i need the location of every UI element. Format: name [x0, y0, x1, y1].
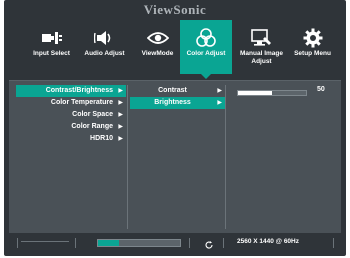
status-progress-bar: [97, 239, 181, 247]
tab-label: Color Adjust: [186, 50, 226, 57]
menu-item-brightness[interactable]: Brightness ▶: [130, 97, 225, 109]
arrow-right-icon: ▶: [118, 88, 123, 94]
column-divider: [127, 85, 128, 229]
tab-label: ViewMode: [141, 50, 174, 57]
menu-item-label: Color Space: [72, 111, 113, 118]
menu-level2: Contrast ▶ Brightness ▶: [130, 85, 225, 233]
value-column: 50: [229, 85, 337, 233]
tab-manual-image-adjust[interactable]: Manual Image Adjust: [234, 20, 289, 74]
menu-item-label: Color Range: [71, 123, 113, 130]
divider: [17, 238, 18, 248]
tab-audio-adjust[interactable]: Audio Adjust: [77, 20, 132, 74]
arrow-right-icon: ▶: [217, 88, 222, 94]
tab-label: Setup Menu: [294, 50, 331, 57]
divider: [223, 238, 224, 248]
menu-item-contrast-brightness[interactable]: Contrast/Brightness ▶: [16, 85, 126, 97]
gear-icon: [285, 28, 340, 48]
menu-item-label: Color Temperature: [50, 99, 113, 106]
slider-fill: [238, 91, 272, 95]
audio-speaker-icon: [77, 28, 132, 48]
arrow-right-icon: ▶: [118, 136, 123, 142]
main-menu-bar: Input Select Audio Adjust ViewMode Color…: [9, 20, 341, 79]
menu-item-label: Contrast: [158, 87, 187, 94]
input-select-icon: [24, 28, 79, 48]
tab-color-adjust[interactable]: Color Adjust: [180, 20, 232, 79]
column-divider: [225, 85, 226, 229]
tab-setup-menu[interactable]: Setup Menu: [285, 20, 340, 74]
tab-input-select[interactable]: Input Select: [24, 20, 79, 74]
status-progress-fill: [98, 240, 120, 246]
eye-icon: [130, 28, 185, 48]
brightness-value: 50: [317, 86, 325, 93]
tab-label: Audio Adjust: [84, 50, 125, 57]
menu-item-color-space[interactable]: Color Space ▶: [16, 109, 126, 121]
menu-item-hdr10[interactable]: HDR10 ▶: [16, 133, 126, 145]
brand-logo: ViewSonic: [143, 2, 207, 17]
refresh-icon: [204, 237, 214, 255]
image-adjust-icon: [234, 28, 289, 48]
arrow-right-icon: ▶: [217, 100, 222, 106]
status-bar: 2560 X 1440 @ 60Hz: [9, 236, 341, 250]
divider: [333, 238, 334, 248]
tab-label: Input Select: [33, 50, 70, 57]
submenu-panel: Contrast/Brightness ▶ Color Temperature …: [9, 80, 341, 233]
arrow-right-icon: ▶: [118, 100, 123, 106]
color-circles-icon: [180, 28, 232, 48]
osd-window: ViewSonic Input Select Audio Adjust View…: [4, 0, 346, 256]
divider: [189, 238, 190, 248]
arrow-right-icon: ▶: [118, 124, 123, 130]
tab-viewmode[interactable]: ViewMode: [130, 20, 185, 74]
brightness-slider[interactable]: [237, 90, 307, 96]
arrow-right-icon: ▶: [118, 112, 123, 118]
menu-item-color-range[interactable]: Color Range ▶: [16, 121, 126, 133]
menu-item-contrast[interactable]: Contrast ▶: [130, 85, 225, 97]
menu-item-label: Contrast/Brightness: [45, 87, 113, 94]
menu-item-color-temperature[interactable]: Color Temperature ▶: [16, 97, 126, 109]
menu-item-label: Brightness: [154, 99, 191, 106]
tab-label: Manual Image Adjust: [240, 50, 283, 65]
menu-item-label: HDR10: [90, 135, 113, 142]
divider: [75, 238, 76, 248]
signal-track: [21, 241, 69, 246]
menu-level1: Contrast/Brightness ▶ Color Temperature …: [16, 85, 126, 233]
resolution-text: 2560 X 1440 @ 60Hz: [237, 238, 299, 245]
